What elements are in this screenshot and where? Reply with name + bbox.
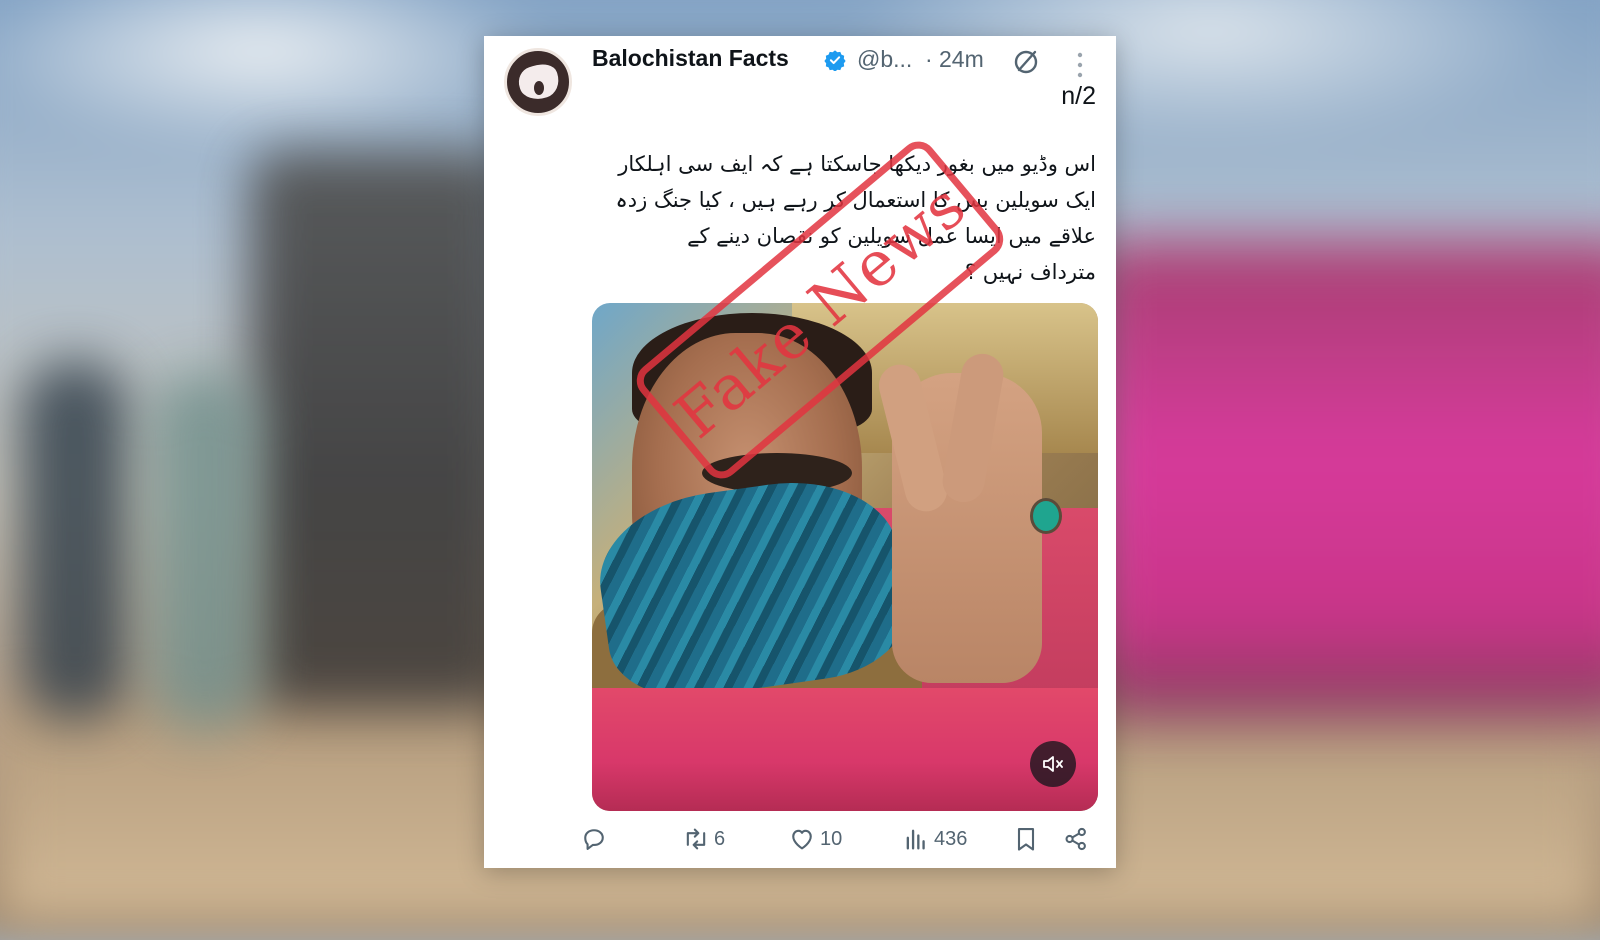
heart-icon [792, 829, 812, 850]
reply-action[interactable] [580, 824, 612, 854]
background-truck [250, 150, 510, 710]
view-count: 436 [934, 827, 968, 850]
retweet-count: 6 [714, 827, 726, 850]
reply-icon [584, 829, 604, 850]
avatar-map-detail [534, 81, 544, 95]
like-count: 10 [820, 827, 843, 850]
thread-counter: n/2 [1061, 82, 1096, 110]
tweet-text-line: اس وڈیو میں بغور دیکھا جاسکتا ہے کہ ایف … [618, 152, 1096, 176]
video-bus-seat-front [592, 688, 1098, 811]
author-handle[interactable]: @b... [857, 46, 912, 73]
retweet-icon [686, 828, 706, 850]
like-action[interactable]: 10 [788, 824, 842, 854]
retweet-action[interactable]: 6 [682, 824, 725, 854]
tweet-card: Balochistan Facts @b... · 24m n/2 اس وڈی… [484, 36, 1116, 868]
more-vertical-icon[interactable] [1076, 52, 1084, 78]
mute-button[interactable] [1030, 741, 1076, 787]
bookmark-icon [1017, 828, 1035, 851]
grok-icon[interactable] [1011, 46, 1041, 76]
video-person-ring [1030, 498, 1062, 534]
share-action[interactable] [1062, 824, 1090, 854]
background-person [20, 360, 130, 720]
background-person [150, 370, 260, 730]
bookmark-action[interactable] [1012, 824, 1040, 854]
share-icon [1065, 827, 1086, 851]
background-bus [1090, 240, 1600, 720]
author-name[interactable]: Balochistan Facts [592, 45, 789, 72]
tweet-action-bar: 6 10 436 [484, 824, 1116, 864]
verified-badge-icon [824, 50, 846, 71]
views-action[interactable]: 436 [902, 824, 967, 854]
timestamp[interactable]: 24m [939, 46, 984, 73]
header-separator: · [925, 46, 933, 72]
speaker-muted-icon [1043, 756, 1063, 772]
views-chart-icon [906, 829, 925, 850]
avatar[interactable] [504, 48, 572, 116]
